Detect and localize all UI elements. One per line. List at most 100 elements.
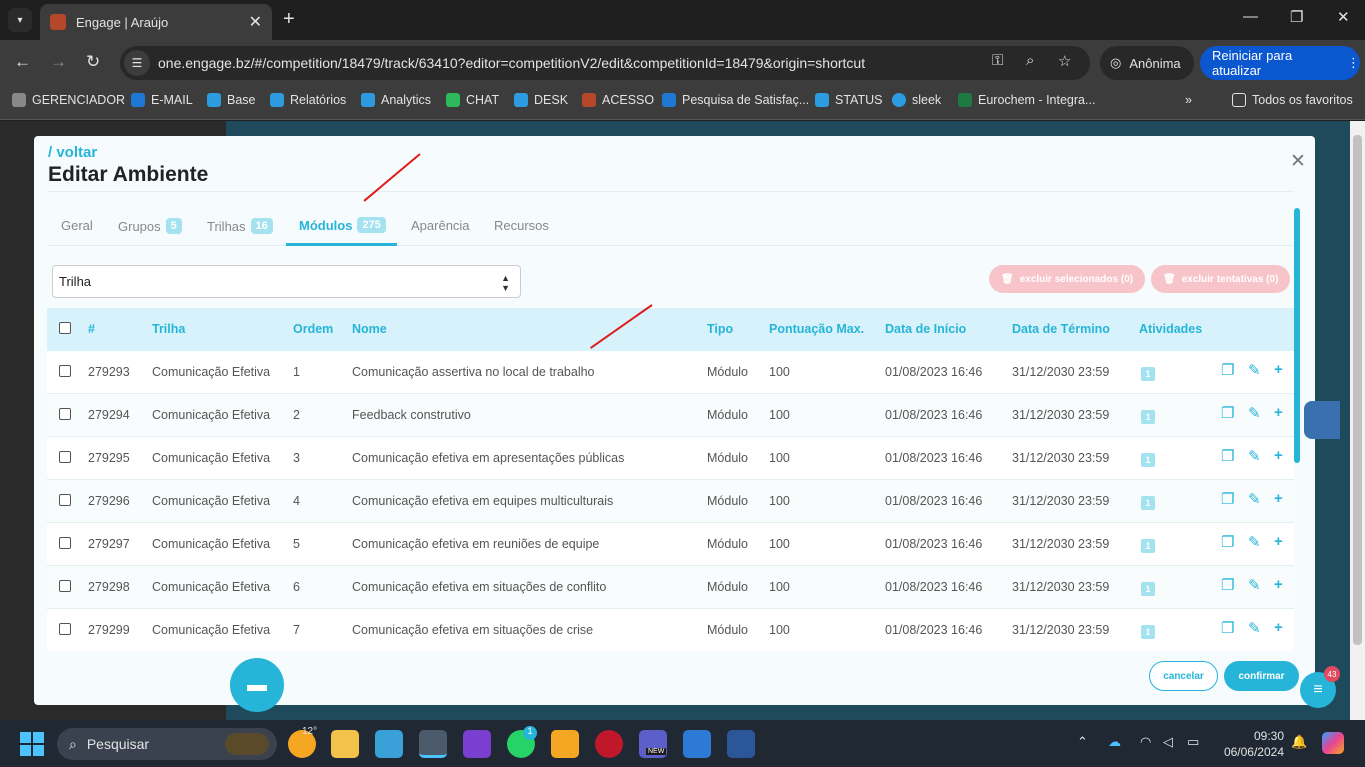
row-checkbox[interactable] <box>59 494 71 506</box>
delete-selected-button[interactable]: 🗑 excluir selecionados (0) <box>989 265 1146 293</box>
add-plus-icon[interactable]: + <box>1274 361 1283 378</box>
copy-icon[interactable]: ❐ <box>1221 490 1234 508</box>
col-ordem[interactable]: Ordem <box>293 322 333 336</box>
paint-icon[interactable] <box>375 730 403 758</box>
more-bookmarks-icon[interactable]: » <box>1185 93 1192 107</box>
activities-count-badge[interactable]: 1 <box>1141 625 1155 639</box>
bookmark-item[interactable]: Analytics <box>361 93 431 107</box>
bookmark-item[interactable]: DESK <box>514 93 568 107</box>
edit-pencil-icon[interactable]: ✎ <box>1248 576 1261 594</box>
taskbar-clock[interactable]: 09:30 06/06/2024 <box>1210 728 1284 760</box>
tab-recursos[interactable]: Recursos <box>494 218 549 233</box>
sublime-icon[interactable] <box>551 730 579 758</box>
edit-pencil-icon[interactable]: ✎ <box>1248 490 1261 508</box>
browser-tab[interactable]: Engage | Araújo ✕ <box>40 4 272 40</box>
col-tipo[interactable]: Tipo <box>707 322 733 336</box>
bookmark-item[interactable]: ACESSO <box>582 93 654 107</box>
modal-scrollbar-thumb[interactable] <box>1294 208 1300 463</box>
url-text[interactable]: one.engage.bz/#/competition/18479/track/… <box>158 55 865 71</box>
all-bookmarks[interactable]: Todos os favoritos <box>1232 93 1353 107</box>
app-heart-icon[interactable] <box>463 730 491 758</box>
activities-count-badge[interactable]: 1 <box>1141 453 1155 467</box>
copy-icon[interactable]: ❐ <box>1221 576 1234 594</box>
add-plus-icon[interactable]: + <box>1274 404 1283 421</box>
col-data-termino[interactable]: Data de Término <box>1012 322 1110 336</box>
password-key-icon[interactable]: ⚿ <box>992 52 1003 69</box>
volume-icon[interactable]: ◁ <box>1163 734 1173 750</box>
maximize-icon[interactable]: ❐ <box>1290 8 1303 26</box>
wifi-icon[interactable]: ◠ <box>1140 734 1151 750</box>
trilha-select[interactable]: Trilha ▲ ▼ <box>52 265 521 298</box>
add-plus-icon[interactable]: + <box>1274 533 1283 550</box>
bookmark-item[interactable]: STATUS <box>815 93 882 107</box>
add-plus-icon[interactable]: + <box>1274 619 1283 636</box>
copy-icon[interactable]: ❐ <box>1221 447 1234 465</box>
row-checkbox[interactable] <box>59 408 71 420</box>
row-checkbox[interactable] <box>59 365 71 377</box>
s3-icon[interactable] <box>683 730 711 758</box>
col-atividades[interactable]: Atividades <box>1139 322 1202 336</box>
incognito-indicator[interactable]: ◎ Anônima <box>1100 46 1194 80</box>
bookmark-item[interactable]: GERENCIADOR <box>12 93 125 107</box>
minimize-icon[interactable]: — <box>1243 8 1258 25</box>
edit-pencil-icon[interactable]: ✎ <box>1248 619 1261 637</box>
assistant-avatar-widget[interactable] <box>1304 401 1340 439</box>
col-pontuacao[interactable]: Pontuação Max. <box>769 322 864 336</box>
bookmark-item[interactable]: Base <box>207 93 256 107</box>
bookmark-item[interactable]: Relatórios <box>270 93 346 107</box>
reload-icon[interactable]: ↻ <box>86 52 100 72</box>
back-arrow-icon[interactable]: ← <box>14 52 31 72</box>
activities-count-badge[interactable]: 1 <box>1141 410 1155 424</box>
bookmark-item[interactable]: CHAT <box>446 93 499 107</box>
bookmark-item[interactable]: sleek <box>892 93 941 107</box>
activities-count-badge[interactable]: 1 <box>1141 582 1155 596</box>
add-plus-icon[interactable]: + <box>1274 447 1283 464</box>
copy-icon[interactable]: ❐ <box>1221 619 1234 637</box>
tab-grupos[interactable]: Grupos 5 <box>118 218 182 234</box>
bookmark-item[interactable]: Eurochem - Integra... <box>958 93 1095 107</box>
cancel-button[interactable]: cancelar <box>1149 661 1218 691</box>
battery-icon[interactable]: ▭ <box>1187 734 1199 750</box>
scrollbar-thumb[interactable] <box>1353 135 1362 645</box>
bookmark-item[interactable]: E-MAIL <box>131 93 193 107</box>
row-checkbox[interactable] <box>59 623 71 635</box>
copilot-icon[interactable] <box>1322 732 1344 754</box>
notifications-bell-icon[interactable]: 🔔 <box>1291 734 1307 750</box>
forward-arrow-icon[interactable]: → <box>50 52 67 72</box>
col-trilha[interactable]: Trilha <box>152 322 185 336</box>
edit-pencil-icon[interactable]: ✎ <box>1248 361 1261 379</box>
row-checkbox[interactable] <box>59 580 71 592</box>
address-bar[interactable]: ☰ one.engage.bz/#/competition/18479/trac… <box>120 46 1090 80</box>
bookmark-item[interactable]: Pesquisa de Satisfaç... <box>662 93 809 107</box>
add-plus-icon[interactable]: + <box>1274 490 1283 507</box>
new-tab-button[interactable]: + <box>283 8 295 31</box>
tab-aparencia[interactable]: Aparência <box>411 218 470 233</box>
col-nome[interactable]: Nome <box>352 322 387 336</box>
chat-bubble-button[interactable]: ▬ <box>230 658 284 712</box>
copy-icon[interactable]: ❐ <box>1221 404 1234 422</box>
col-id[interactable]: # <box>88 322 95 336</box>
copy-icon[interactable]: ❐ <box>1221 533 1234 551</box>
tab-modulos[interactable]: Módulos 275 <box>299 217 386 233</box>
update-button[interactable]: Reiniciar para atualizar ⋮ <box>1200 46 1360 80</box>
file-explorer-icon[interactable] <box>331 730 359 758</box>
more-menu-icon[interactable]: ⋮ <box>1347 55 1360 71</box>
antivirus-icon[interactable] <box>595 730 623 758</box>
edit-pencil-icon[interactable]: ✎ <box>1248 404 1261 422</box>
back-link[interactable]: / voltar <box>48 144 97 161</box>
select-all-checkbox[interactable] <box>59 322 71 334</box>
row-checkbox[interactable] <box>59 451 71 463</box>
zoom-icon[interactable]: ⌕ <box>1026 52 1034 69</box>
page-scrollbar[interactable] <box>1350 121 1365 720</box>
activities-count-badge[interactable]: 1 <box>1141 539 1155 553</box>
windows-start-icon[interactable] <box>20 732 44 756</box>
word-icon[interactable] <box>727 730 755 758</box>
edit-pencil-icon[interactable]: ✎ <box>1248 533 1261 551</box>
confirm-button[interactable]: confirmar <box>1224 661 1299 691</box>
tab-close-icon[interactable]: ✕ <box>249 12 262 32</box>
tab-geral[interactable]: Geral <box>61 218 93 233</box>
add-plus-icon[interactable]: + <box>1274 576 1283 593</box>
site-info-icon[interactable]: ☰ <box>124 50 150 76</box>
activities-count-badge[interactable]: 1 <box>1141 367 1155 381</box>
window-close-icon[interactable]: ✕ <box>1337 8 1350 26</box>
